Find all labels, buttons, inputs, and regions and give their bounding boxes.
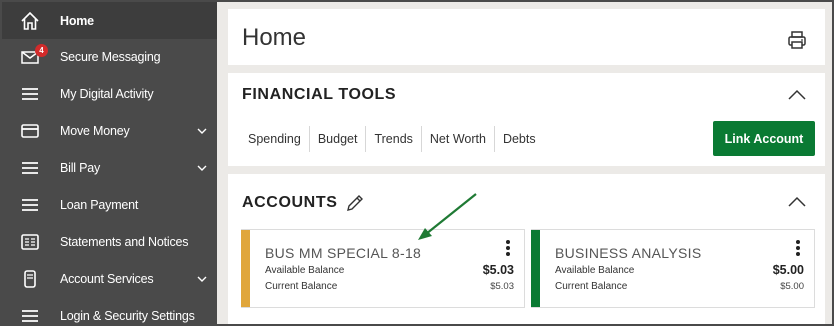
chevron-up-icon[interactable] [786, 195, 808, 209]
tab-trends[interactable]: Trends [366, 126, 422, 152]
home-icon [20, 11, 40, 31]
sidebar-item-home[interactable]: Home [2, 2, 217, 39]
chevron-down-icon [197, 165, 207, 171]
sidebar-item-label: Move Money [60, 124, 130, 138]
account-card[interactable]: BUS MM SPECIAL 8-18 Available Balance Cu… [241, 229, 525, 308]
sidebar-item-move-money[interactable]: Move Money [2, 113, 217, 149]
financial-tools-tabs: Spending Budget Trends Net Worth Debts [242, 126, 544, 152]
page-header [228, 9, 825, 65]
card-icon [20, 121, 40, 141]
menu-icon [20, 158, 40, 178]
current-balance-label: Current Balance [265, 281, 338, 292]
account-name: BUS MM SPECIAL 8-18 [265, 245, 422, 261]
link-account-button[interactable]: Link Account [713, 121, 815, 156]
account-card[interactable]: BUSINESS ANALYSIS Available Balance Curr… [531, 229, 815, 308]
sidebar-item-statements-and-notices[interactable]: Statements and Notices [2, 224, 217, 260]
financial-tools-title: FINANCIAL TOOLS [242, 86, 397, 103]
app-frame: Home 4 Secure Messaging My Digital Activ… [0, 0, 834, 326]
statement-icon [20, 232, 40, 252]
sidebar-item-label: Loan Payment [60, 198, 139, 212]
kebab-menu-icon[interactable] [796, 240, 800, 258]
tab-spending[interactable]: Spending [242, 126, 310, 152]
sidebar-item-bill-pay[interactable]: Bill Pay [2, 150, 217, 186]
tab-budget[interactable]: Budget [310, 126, 367, 152]
sidebar-item-loan-payment[interactable]: Loan Payment [2, 187, 217, 223]
sidebar-item-label: Home [60, 13, 94, 28]
tab-debts[interactable]: Debts [495, 126, 544, 152]
sidebar-item-label: Account Services [60, 272, 154, 286]
sidebar-item-secure-messaging[interactable]: 4 Secure Messaging [2, 39, 217, 75]
page-title: Home [242, 24, 307, 51]
account-color-stripe [241, 230, 250, 307]
current-balance-value: $5.00 [780, 281, 804, 292]
chevron-down-icon [197, 128, 207, 134]
chevron-down-icon [197, 276, 207, 282]
available-balance-value: $5.03 [482, 263, 514, 277]
sidebar: Home 4 Secure Messaging My Digital Activ… [2, 2, 217, 326]
current-balance-label: Current Balance [555, 281, 628, 292]
sidebar-item-my-digital-activity[interactable]: My Digital Activity [2, 76, 217, 112]
sidebar-item-account-services[interactable]: Account Services [2, 261, 217, 297]
tab-net-worth[interactable]: Net Worth [422, 126, 495, 152]
annotation-arrow-icon [418, 193, 477, 240]
kebab-menu-icon[interactable] [506, 240, 510, 258]
printer-icon[interactable] [786, 29, 808, 51]
chevron-up-icon[interactable] [786, 88, 808, 102]
menu-icon [20, 306, 40, 326]
account-color-stripe [531, 230, 540, 307]
menu-icon [20, 84, 40, 104]
sidebar-item-label: Statements and Notices [60, 235, 189, 249]
sidebar-item-label: Secure Messaging [60, 50, 161, 64]
sidebar-item-label: Login & Security Settings [60, 309, 195, 323]
accounts-title: ACCOUNTS [242, 194, 338, 211]
sidebar-item-label: My Digital Activity [60, 87, 154, 101]
pencil-icon[interactable] [345, 193, 365, 213]
account-name: BUSINESS ANALYSIS [555, 245, 702, 261]
menu-icon [20, 195, 40, 215]
available-balance-value: $5.00 [772, 263, 804, 277]
phone-icon [20, 269, 40, 289]
sidebar-item-label: Bill Pay [60, 161, 101, 175]
unread-count-badge: 4 [35, 44, 48, 57]
available-balance-label: Available Balance [265, 265, 345, 276]
sidebar-item-login-security-settings[interactable]: Login & Security Settings [2, 298, 217, 326]
current-balance-value: $5.03 [490, 281, 514, 292]
available-balance-label: Available Balance [555, 265, 635, 276]
